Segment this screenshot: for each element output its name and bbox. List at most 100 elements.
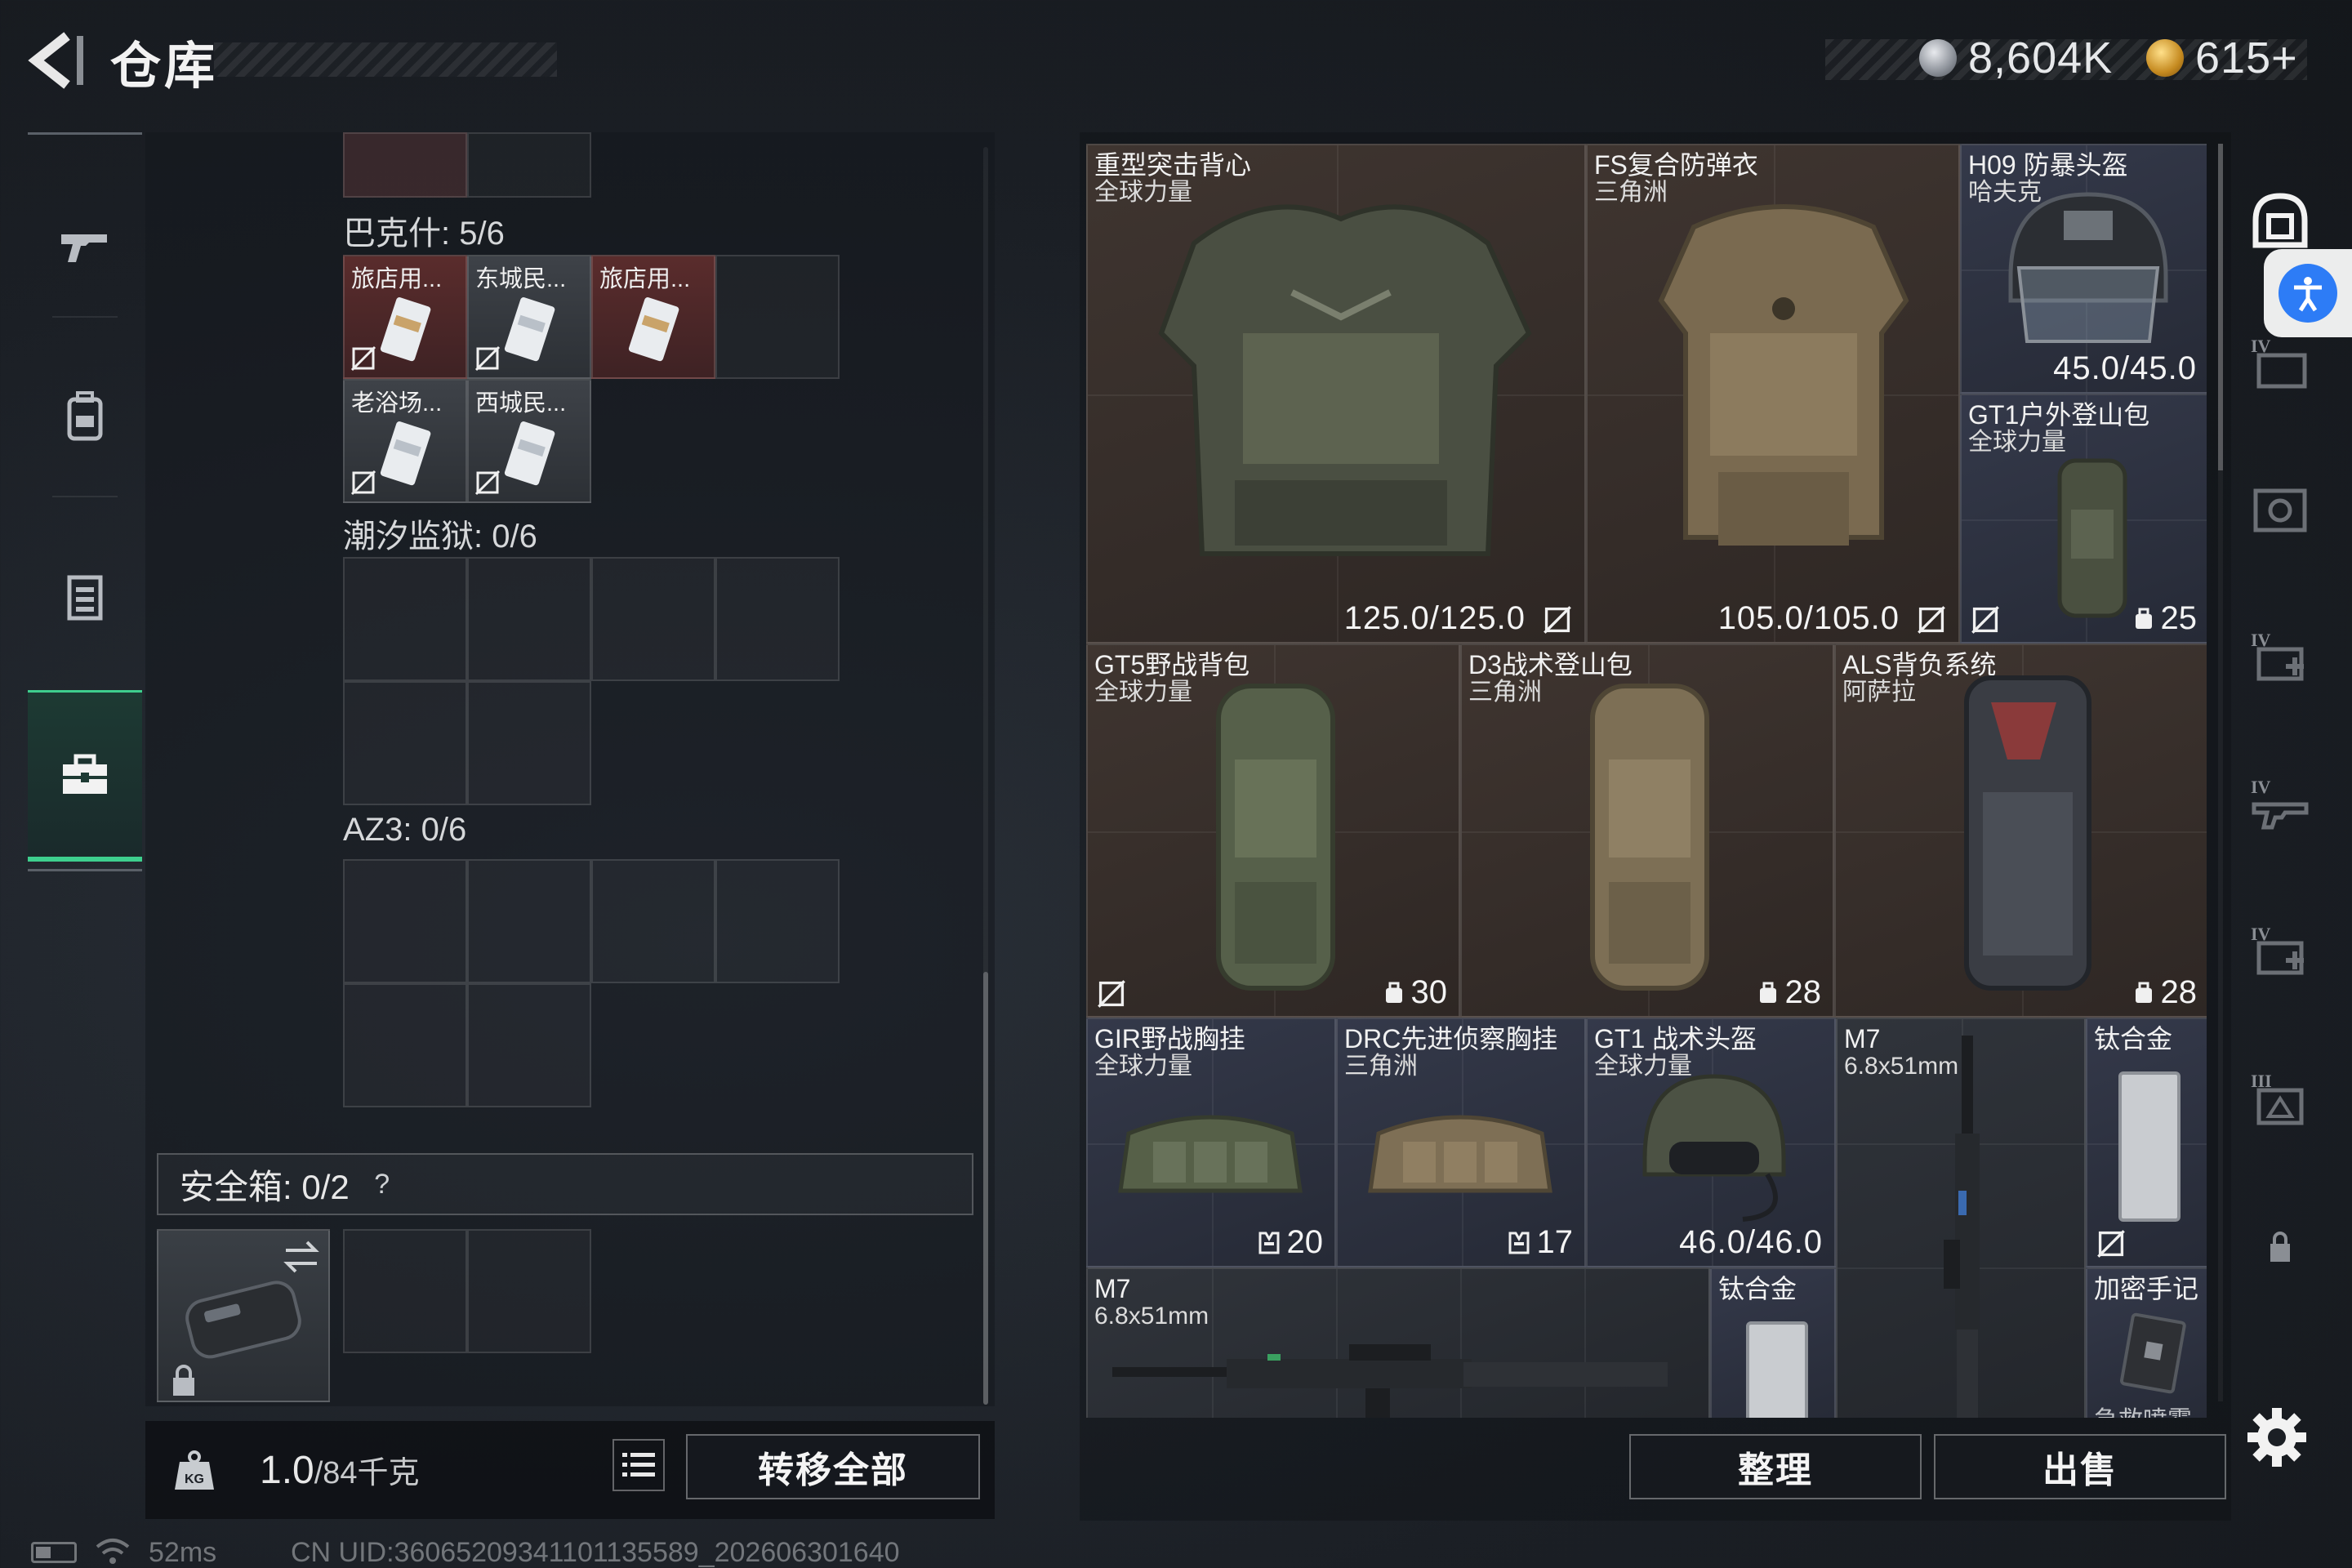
nav-armor[interactable] xyxy=(28,535,142,657)
back-button[interactable] xyxy=(24,31,90,90)
item-gt1-tactical-helmet[interactable]: GT1 战术头盔 全球力量 46.0/46.0 xyxy=(1586,1018,1836,1267)
key-slot[interactable] xyxy=(343,681,467,805)
safebox-container[interactable] xyxy=(157,1229,330,1402)
key-slot[interactable] xyxy=(343,859,467,983)
capacity: 30 xyxy=(1383,974,1448,1011)
accessibility-button[interactable] xyxy=(2264,249,2352,337)
filter-medical-tab[interactable]: IV xyxy=(2239,617,2321,698)
item-gir-chest-rig[interactable]: GIR野战胸挂 全球力量 20 xyxy=(1086,1018,1336,1267)
item-name: 钛合金 xyxy=(1718,1274,1797,1303)
safebox-slot[interactable] xyxy=(467,1229,591,1353)
help-button[interactable]: ? xyxy=(364,1166,400,1202)
item-gt1-hiking-pack[interactable]: GT1户外登山包 全球力量 25 xyxy=(1960,394,2207,644)
right-scrollbar-thumb[interactable] xyxy=(2218,144,2223,470)
key-slot[interactable] xyxy=(343,132,467,198)
key-card-item[interactable]: 旅店用... xyxy=(343,255,467,379)
item-titanium-alloy[interactable]: 钛合金 xyxy=(2086,1018,2207,1267)
sort-button[interactable]: 整理 xyxy=(1629,1434,1922,1499)
no-trade-icon xyxy=(350,470,376,496)
weapon-tier-icon: IV xyxy=(2251,777,2309,830)
weight-readout: 1.0/84千克 xyxy=(260,1447,420,1493)
key-slot[interactable] xyxy=(715,255,840,379)
item-d3-tactical-pack[interactable]: D3战术登山包 三角洲 28 xyxy=(1460,644,1834,1018)
no-trade-icon xyxy=(2097,1230,2125,1258)
filter-weapon-tab[interactable]: IV xyxy=(2239,764,2321,845)
key-slot[interactable] xyxy=(467,983,591,1107)
filter-misc-tab[interactable]: III xyxy=(2239,1058,2321,1139)
transfer-all-button[interactable]: 转移全部 xyxy=(686,1434,980,1499)
backpack-image xyxy=(2057,458,2127,618)
key-slot[interactable] xyxy=(591,859,715,983)
key-name: 旅店用... xyxy=(599,266,691,292)
swap-icon[interactable] xyxy=(281,1239,322,1275)
item-encrypted-notes[interactable]: 加密手记 急救喷雾 xyxy=(2086,1267,2207,1418)
gun-icon xyxy=(61,234,107,262)
item-name: 加密手记 xyxy=(2094,1274,2199,1303)
filter-armor-tab[interactable] xyxy=(2239,470,2321,551)
svg-text:IV: IV xyxy=(2251,336,2271,356)
silver-currency[interactable]: 8,604K xyxy=(1919,29,2113,87)
armor-image xyxy=(1658,204,1909,546)
item-heavy-assault-vest[interactable]: 重型突击背心 全球力量 125.0/125.0 xyxy=(1086,144,1586,644)
list-view-button[interactable] xyxy=(612,1439,665,1491)
filter-supply-tab[interactable]: IV xyxy=(2239,911,2321,992)
sell-button[interactable]: 出售 xyxy=(1934,1434,2226,1499)
no-trade-icon xyxy=(1098,980,1125,1008)
item-als-carrier-system[interactable]: ALS背负系统 阿萨拉 28 xyxy=(1834,644,2207,1018)
item-faction: 阿萨拉 xyxy=(1842,679,1916,706)
no-trade-icon xyxy=(474,345,501,372)
keycard-icon xyxy=(504,421,555,486)
keycard-icon xyxy=(628,297,679,362)
item-name: M7 xyxy=(1844,1024,1881,1054)
item-drc-recon-rig[interactable]: DRC先进侦察胸挂 三角洲 17 xyxy=(1336,1018,1586,1267)
item-name: DRC先进侦察胸挂 xyxy=(1344,1024,1558,1054)
item-fs-composite-armor[interactable]: FS复合防弹衣 三角洲 105.0/105.0 xyxy=(1586,144,1960,644)
key-slot[interactable] xyxy=(343,557,467,681)
key-slot[interactable] xyxy=(591,557,715,681)
nav-backpack[interactable] xyxy=(28,355,142,478)
key-slot[interactable] xyxy=(467,859,591,983)
item-m7-rifle-horizontal[interactable]: M7 6.8x51mm xyxy=(1086,1267,1710,1418)
nav-keys-toolbox[interactable] xyxy=(28,690,142,862)
item-name: GT1 战术头盔 xyxy=(1594,1024,1757,1054)
item-gt5-field-backpack[interactable]: GT5野战背包 全球力量 30 xyxy=(1086,644,1460,1018)
keycard-icon xyxy=(380,297,431,362)
lock-icon xyxy=(173,1365,194,1396)
silver-amount: 8,604K xyxy=(1968,33,2114,82)
durability: 46.0/46.0 xyxy=(1679,1224,1823,1260)
nav-weapons[interactable] xyxy=(28,184,142,306)
item-name: FS复合防弹衣 xyxy=(1594,150,1758,180)
left-nav xyxy=(28,132,142,871)
ping-readout: 52ms xyxy=(149,1537,217,1568)
key-card-item[interactable]: 西城民... xyxy=(467,379,591,503)
gear-icon[interactable] xyxy=(2244,1405,2310,1470)
gold-coin-icon xyxy=(2146,39,2184,77)
medkit-tier-icon: IV xyxy=(2251,630,2304,681)
key-slot[interactable] xyxy=(343,983,467,1107)
no-trade-icon xyxy=(1971,606,1999,634)
key-card-item[interactable]: 旅店用... xyxy=(591,255,715,379)
capacity-value: 28 xyxy=(1784,974,1822,1010)
armor-plate-icon xyxy=(2253,488,2307,532)
key-slot[interactable] xyxy=(467,681,591,805)
safe-icon xyxy=(2252,193,2308,248)
key-slot[interactable] xyxy=(715,859,840,983)
rifle-image xyxy=(1944,1036,1980,1418)
left-scrollbar-thumb[interactable] xyxy=(983,972,988,1405)
key-slot[interactable] xyxy=(715,557,840,681)
inventory-grid: 重型突击背心 全球力量 125.0/125.0 FS复合防弹衣 三角洲 105.… xyxy=(1086,144,2207,1418)
item-faction: 三角洲 xyxy=(1468,679,1542,706)
uid-readout: CN UID:36065209341101135589_202606301640 xyxy=(291,1537,900,1568)
item-h09-riot-helmet[interactable]: H09 防暴头盔 哈夫克 45.0/45.0 xyxy=(1960,144,2207,394)
item-titanium-alloy[interactable]: 钛合金 xyxy=(1710,1267,1836,1418)
capacity-value: 25 xyxy=(2160,600,2198,636)
safebox-slot[interactable] xyxy=(343,1229,467,1353)
key-card-item[interactable]: 老浴场... xyxy=(343,379,467,503)
capacity-value: 30 xyxy=(1410,974,1448,1010)
key-slot[interactable] xyxy=(467,132,591,198)
item-m7-rifle-vertical[interactable]: M7 6.8x51mm xyxy=(1836,1018,2086,1418)
key-card-item[interactable]: 东城民... xyxy=(467,255,591,379)
key-slot[interactable] xyxy=(467,557,591,681)
page-title: 仓库 xyxy=(110,38,219,95)
gold-currency[interactable]: 615+ xyxy=(2146,29,2298,87)
